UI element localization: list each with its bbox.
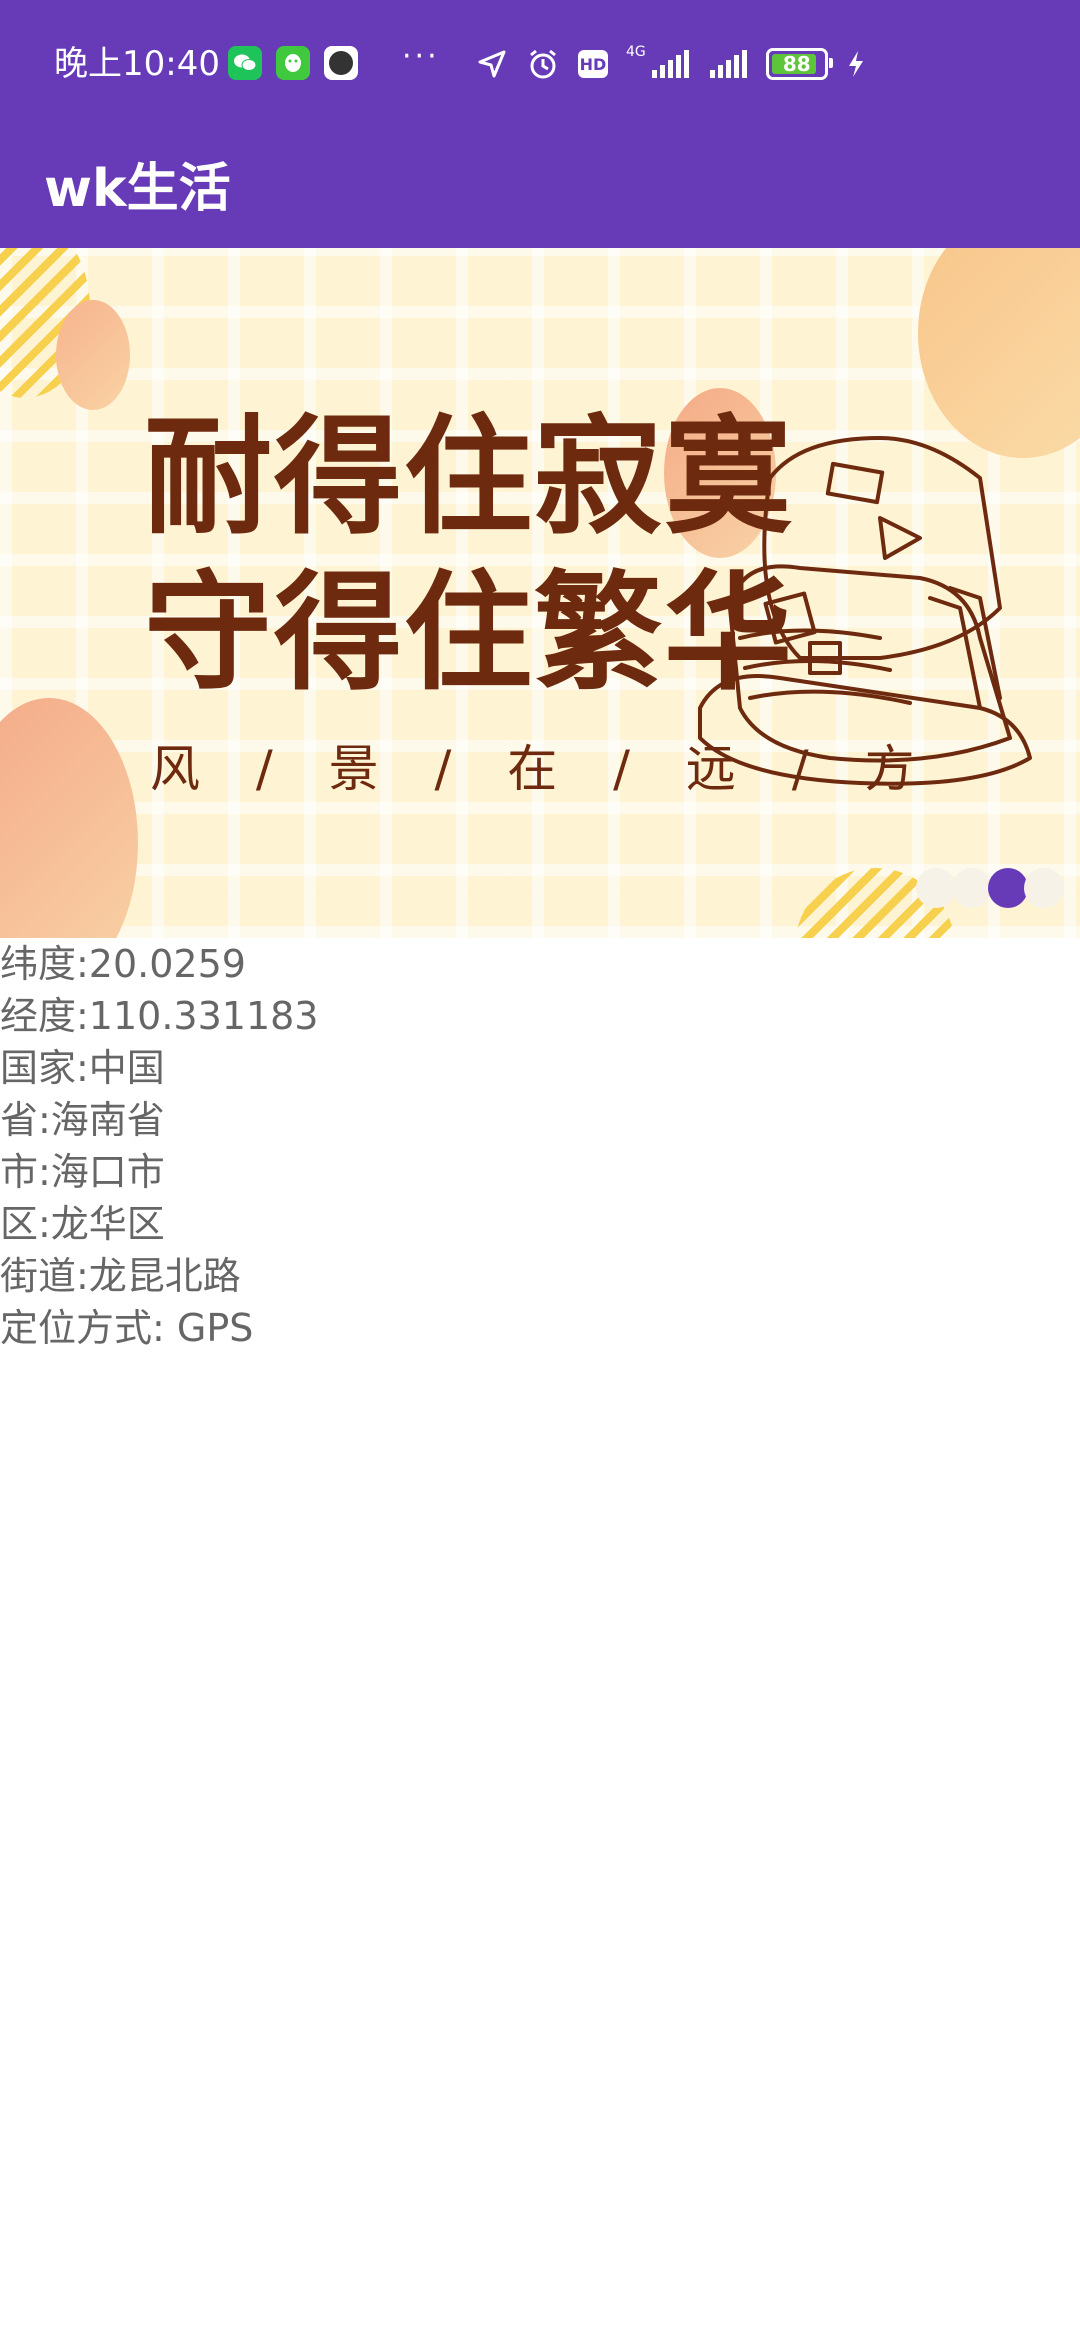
status-time: 晚上10:40 (54, 44, 220, 84)
signal-icon-sim2 (709, 50, 747, 78)
network-type: 4G (626, 44, 646, 60)
banner-carousel[interactable]: 耐得住寂寞 守得住繁华 风 / 景 / 在 / 远 / 方 (0, 248, 1080, 938)
latitude-text: 纬度:20.0259 (0, 942, 246, 986)
signal-icon-sim1 (651, 50, 689, 78)
wechat-icon (228, 46, 262, 80)
city-text: 市:海口市 (0, 1150, 165, 1194)
location-info: 纬度:20.0259 经度:110.331183 国家:中国 省:海南省 市:海… (0, 938, 318, 1354)
more-notifications-icon: ··· (402, 39, 440, 74)
status-bar: 晚上10:40 ··· HD 4G 88 (0, 0, 1080, 128)
decor-blob (0, 698, 138, 938)
charging-icon (848, 51, 863, 77)
carousel-indicators (916, 868, 1064, 908)
province-text: 省:海南省 (0, 1098, 165, 1142)
location-arrow-icon (478, 50, 506, 78)
alarm-icon (530, 49, 556, 79)
qq-icon (276, 46, 310, 80)
location-method-text: 定位方式: GPS (0, 1306, 254, 1350)
country-text: 国家:中国 (0, 1046, 165, 1090)
carousel-dot[interactable] (916, 868, 956, 908)
battery-icon: 88 (765, 48, 833, 80)
system-icons: HD 4G 88 (476, 40, 866, 88)
decor-blob (56, 300, 130, 410)
notification-icons: ··· (228, 39, 440, 80)
longitude-text: 经度:110.331183 (0, 994, 319, 1038)
street-text: 街道:龙昆北路 (0, 1254, 241, 1298)
carousel-dot-active[interactable] (988, 868, 1028, 908)
district-text: 区:龙华区 (0, 1202, 165, 1246)
hd-voice-icon: HD (578, 50, 608, 78)
clock-app-icon (324, 46, 358, 80)
app-title: wk生活 (44, 159, 231, 219)
battery-level: 88 (782, 52, 811, 76)
books-illustration (698, 436, 1032, 786)
carousel-dot[interactable] (1024, 868, 1064, 908)
app-toolbar: wk生活 (0, 128, 1080, 248)
carousel-dot[interactable] (952, 868, 992, 908)
